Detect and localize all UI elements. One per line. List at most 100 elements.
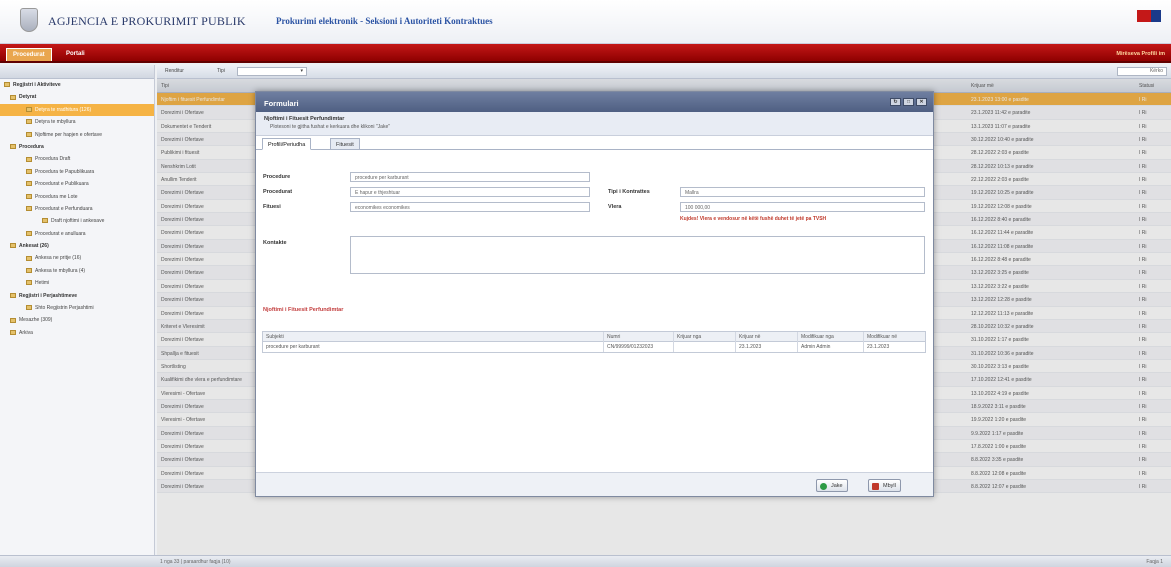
info-instructions: Plotesoni te gjitha fushat e kerkuara dh… <box>270 124 391 130</box>
sidebar-item[interactable]: Procedurat e Publikuara <box>0 178 154 190</box>
procedure-label: Procedure <box>263 174 291 180</box>
folder-icon <box>26 206 32 212</box>
dialog-title: Formulari <box>264 99 299 108</box>
td-modifikuar-nga: Admin Admin <box>801 344 831 350</box>
sidebar-item[interactable]: Draft njoftimi i ankesave <box>0 215 154 227</box>
th-subjekti: Subjekti <box>266 334 284 340</box>
sidebar-item[interactable]: Procedura <box>0 141 154 153</box>
sidebar-item[interactable]: Shto Regjistrin Perjashtimi <box>0 302 154 314</box>
sidebar-item-label: Draft njoftimi i ankesave <box>51 218 105 225</box>
sidebar-item[interactable]: Procedurat e anulluara <box>0 228 154 240</box>
status-bar: 1 nga 33 | paraardhur faqja (10) Faqja 1 <box>0 555 1171 567</box>
tab-fituesit[interactable]: Fituesit <box>330 138 360 150</box>
folder-icon <box>10 329 16 335</box>
close-button[interactable]: Mbyll <box>868 479 901 492</box>
winner-table-row[interactable]: procedure per karburant CN/99999/0123202… <box>263 342 925 352</box>
folder-icon <box>10 243 16 249</box>
app-header: AGJENCIA E PROKURIMIT PUBLIK Prokurimi e… <box>0 0 1171 44</box>
sidebar-item[interactable]: Ankesa ne pritje (16) <box>0 252 154 264</box>
sidebar-item[interactable]: Arkiva <box>0 327 154 339</box>
sidebar-item-label: Njoftime per hapjen e ofertave <box>35 131 102 138</box>
folder-icon <box>4 82 10 88</box>
th-modifikuar-ne: Modifikuar në <box>867 334 898 340</box>
folder-icon <box>42 218 48 224</box>
tipi-field[interactable]: Mallra <box>680 187 925 197</box>
fituesi-field[interactable]: economikes economikes <box>350 202 590 212</box>
th-numri: Numri <box>607 334 621 340</box>
folder-icon <box>26 106 32 112</box>
folder-icon <box>26 131 32 137</box>
sidebar-item-label: Ankesa te mbyllura (4) <box>35 267 86 274</box>
fituesi-label: Fituesi <box>263 204 281 210</box>
user-links[interactable]: Mirëseva Profili im <box>1116 51 1165 57</box>
grid-toolbar: Renditur Tipi ▾ Kërko <box>157 65 1171 79</box>
close-icon[interactable]: ✕ <box>916 98 927 106</box>
tab-portali[interactable]: Portali <box>60 48 91 61</box>
sidebar-item[interactable]: Mesazhe (309) <box>0 314 154 326</box>
sidebar-item-label: Hetimi <box>35 280 50 287</box>
folder-icon <box>26 255 32 261</box>
sidebar-item[interactable]: Regjistri i Perjashtimeve <box>0 290 154 302</box>
form-dialog: Formulari ↻ □ ✕ Njoftimi i Fituesit Perf… <box>255 91 934 497</box>
sidebar-toolbar <box>0 65 154 79</box>
refresh-icon[interactable]: ↻ <box>890 98 901 106</box>
folder-icon <box>26 156 32 162</box>
sidebar-item-label: Procedura <box>19 143 44 150</box>
close-button-label: Mbyll <box>883 483 896 489</box>
type-select[interactable]: ▾ <box>237 67 307 76</box>
save-button[interactable]: Jake <box>816 479 848 492</box>
dialog-footer: Jake Mbyll <box>256 472 933 496</box>
pager-page[interactable]: Faqja 1 <box>1146 559 1163 565</box>
check-icon <box>820 483 827 490</box>
sidebar-item[interactable]: Detyra te rradhitura (126) <box>0 103 154 117</box>
sidebar-item-label: Procedurat e anulluara <box>35 230 86 237</box>
main-nav: Procedurat Portali Mirëseva Profili im <box>0 44 1171 63</box>
dialog-titlebar: Formulari ↻ □ ✕ <box>256 92 933 112</box>
folder-icon <box>26 268 32 274</box>
dialog-info: Njoftimi i Fituesit Perfundimtar Ploteso… <box>256 112 933 136</box>
winner-table: Subjekti Numri Krijuar nga Krijuar në Mo… <box>262 331 926 353</box>
folder-icon <box>26 119 32 125</box>
tab-procedurat[interactable]: Procedurat <box>6 48 52 61</box>
folder-icon <box>26 193 32 199</box>
folder-icon <box>10 292 16 298</box>
sidebar-item-label: Procedura te Papublikuara <box>35 168 95 175</box>
save-button-label: Jake <box>831 483 843 489</box>
sidebar-item-label: Procedura me Lote <box>35 193 78 200</box>
kontakte-textarea[interactable] <box>350 236 925 274</box>
folder-icon <box>26 230 32 236</box>
dialog-tabs: Profili/Periudha Fituesit <box>256 136 933 150</box>
folder-icon <box>26 280 32 286</box>
vlera-field[interactable]: 100 000,00 <box>680 202 925 212</box>
td-numri: CN/99999/01232023 <box>607 344 654 350</box>
procedurat-label: Procedurat <box>263 189 293 195</box>
sidebar-item[interactable]: Detyrat <box>0 91 154 103</box>
flag-icon <box>1137 10 1161 22</box>
sidebar-item[interactable]: Detyra te mbyllura <box>0 116 154 128</box>
procedure-field[interactable]: procedure per karburant <box>350 172 590 182</box>
type-label: Tipi <box>217 68 225 74</box>
vlera-label: Vlera <box>608 204 622 210</box>
sidebar-item[interactable]: Procedura te Papublikuara <box>0 166 154 178</box>
sidebar-item[interactable]: Procedura Draft <box>0 153 154 165</box>
maximize-icon[interactable]: □ <box>903 98 914 106</box>
sidebar-item-label: Regjistri i Perjashtimeve <box>19 292 78 299</box>
sidebar-item[interactable]: Ankesa te mbyllura (4) <box>0 265 154 277</box>
tipi-label: Tipi i Kontrattes <box>608 189 650 195</box>
td-modifikuar-ne: 23.1.2023 <box>867 344 890 350</box>
sidebar-item[interactable]: Njoftime per hapjen e ofertave <box>0 129 154 141</box>
sidebar-item[interactable]: Procedurat e Perfunduara <box>0 203 154 215</box>
folder-icon <box>26 181 32 187</box>
agency-logo <box>20 8 38 32</box>
winner-section-title: Njoftimi i Fituesit Perfundimtar <box>263 307 344 313</box>
sidebar-item[interactable]: Ankesat (26) <box>0 240 154 252</box>
procedurat-field[interactable]: E hapur e thjeshtuar <box>350 187 590 197</box>
app-window: AGJENCIA E PROKURIMIT PUBLIK Prokurimi e… <box>0 0 1171 567</box>
folder-icon <box>10 317 16 323</box>
search-button[interactable]: Kërko <box>1117 67 1167 76</box>
sidebar-item[interactable]: Hetimi <box>0 277 154 289</box>
sidebar-item-label: Ankesat (26) <box>19 243 49 250</box>
sidebar-item[interactable]: Procedura me Lote <box>0 191 154 203</box>
tab-profili[interactable]: Profili/Periudha <box>262 138 312 150</box>
sidebar-item[interactable]: Regjistri i Aktiviteve <box>0 79 154 91</box>
